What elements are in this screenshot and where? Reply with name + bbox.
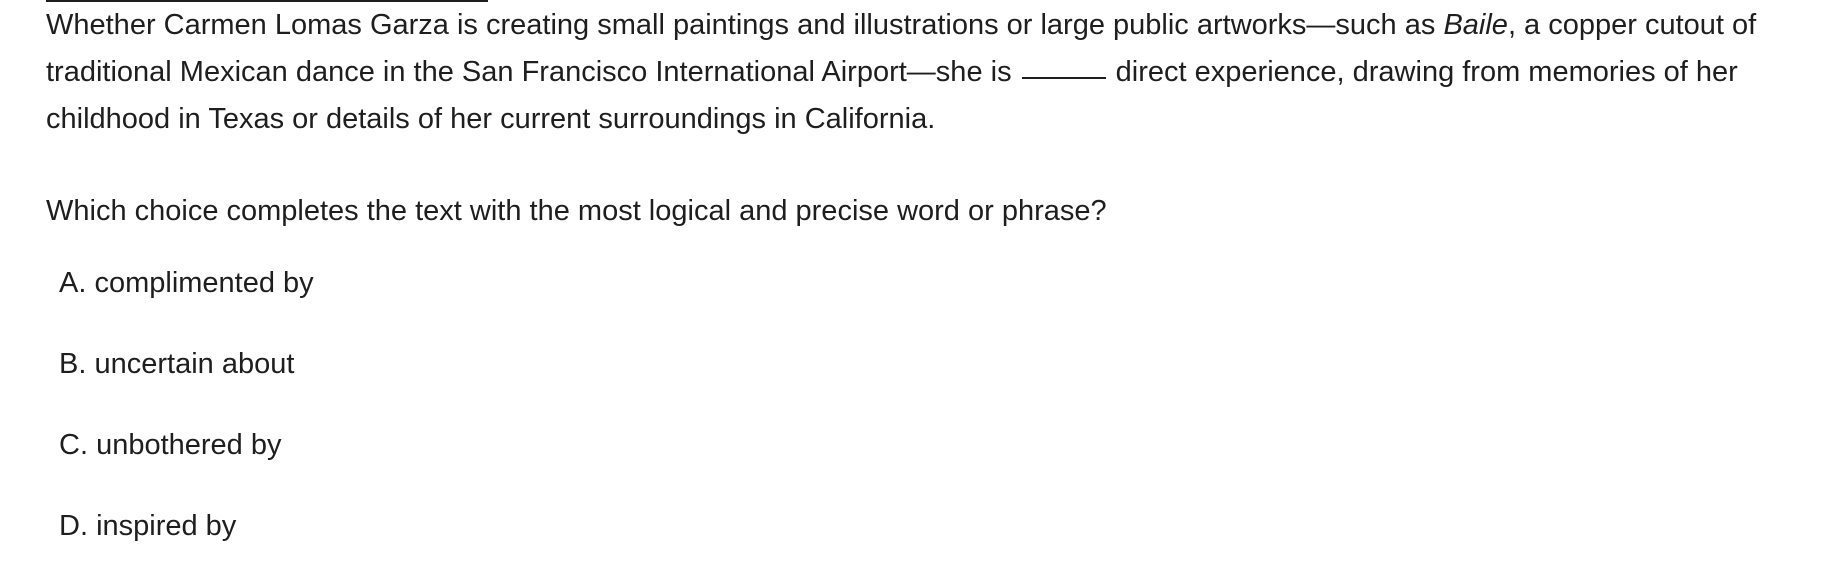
choice-text: inspired by	[96, 510, 237, 542]
fill-in-blank	[1021, 77, 1106, 79]
question-prompt: Which choice completes the text with the…	[46, 195, 1107, 227]
passage-part-1: Whether Carmen Lomas Garza is creating s…	[46, 9, 1444, 41]
choice-letter: B.	[59, 348, 87, 380]
choice-text: unbothered by	[96, 429, 282, 461]
choice-letter: C.	[59, 429, 88, 461]
choice-b[interactable]: B. uncertain about	[46, 341, 314, 422]
artwork-title: Baile	[1443, 9, 1508, 41]
choice-text: complimented by	[94, 267, 314, 299]
choice-c[interactable]: C. unbothered by	[46, 422, 314, 503]
choice-letter: A.	[59, 267, 87, 299]
choice-letter: D.	[59, 510, 88, 542]
choice-text: uncertain about	[94, 348, 295, 380]
choice-a[interactable]: A. complimented by	[46, 260, 314, 341]
answer-choices: A. complimented by B. uncertain about C.…	[46, 260, 314, 584]
passage-text: Whether Carmen Lomas Garza is creating s…	[46, 2, 1816, 143]
